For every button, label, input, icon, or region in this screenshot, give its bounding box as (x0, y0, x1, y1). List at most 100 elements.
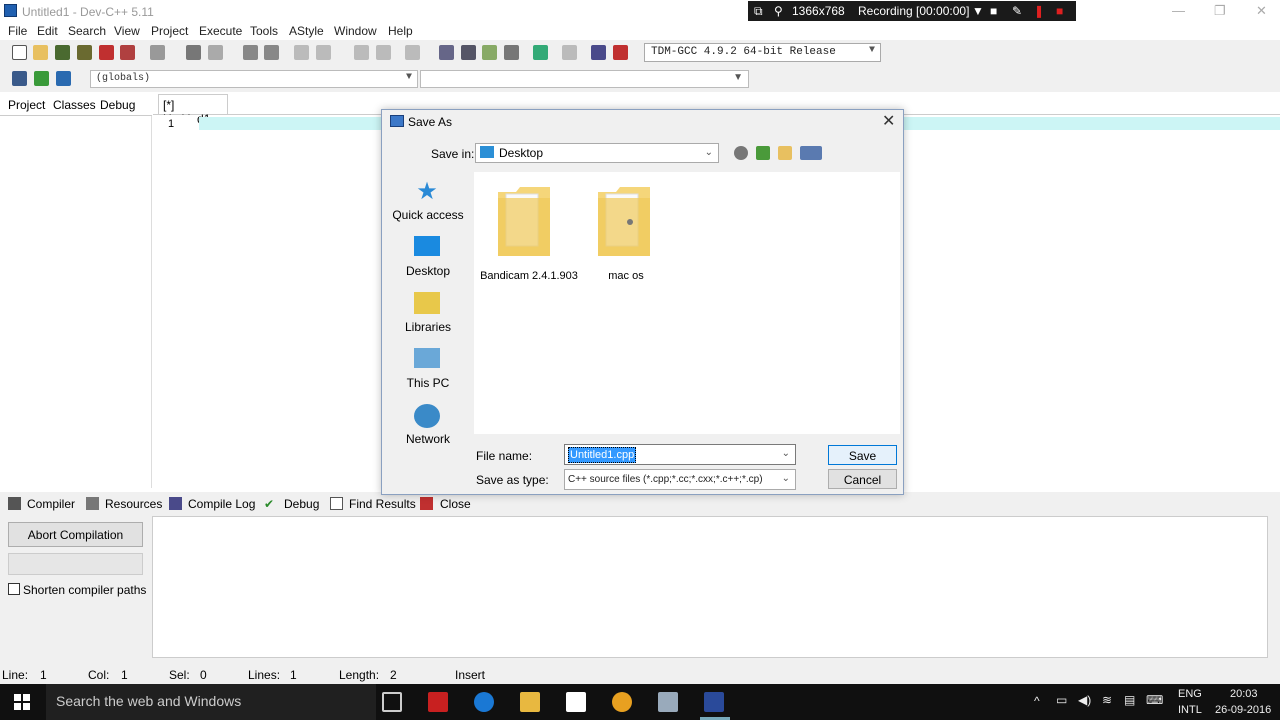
goto-next-icon[interactable] (376, 45, 391, 60)
wifi-icon[interactable]: ≋ (1102, 693, 1112, 707)
window-icon[interactable]: ⧉ (754, 4, 763, 19)
edge-icon[interactable] (474, 692, 494, 712)
save-in-select[interactable]: Desktop ⌄ (475, 143, 719, 163)
close-icon[interactable]: ✕ (882, 111, 895, 131)
tab-close[interactable]: Close (440, 497, 471, 511)
chevron-down-icon[interactable]: ⌄ (782, 448, 790, 459)
up-folder-icon[interactable] (756, 146, 770, 160)
scope-select[interactable]: (globals) ▼ (90, 70, 418, 88)
save-as-type-select[interactable]: C++ source files (*.cpp;*.cc;*.cxx;*.c++… (564, 469, 796, 490)
place-quick-access[interactable]: ★ Quick access (384, 180, 472, 230)
pencil-icon[interactable]: ✎ (1012, 4, 1022, 18)
unindent-icon[interactable] (316, 45, 331, 60)
debug-icon[interactable] (613, 45, 628, 60)
clock-time[interactable]: 20:03 (1230, 688, 1258, 700)
place-this-pc[interactable]: This PC (384, 348, 472, 398)
minimize-icon[interactable]: — (1172, 3, 1185, 18)
taskbar-search[interactable]: Search the web and Windows (46, 684, 376, 720)
menu-window[interactable]: Window (334, 24, 377, 38)
chart-icon[interactable] (591, 45, 606, 60)
check-syntax-icon[interactable] (533, 45, 548, 60)
file-list[interactable]: Bandicam 2.4.1.903 mac os (474, 172, 900, 434)
rebuild-icon[interactable] (504, 45, 519, 60)
menu-search[interactable]: Search (68, 24, 106, 38)
search-icon[interactable]: ⚲ (774, 4, 783, 18)
menu-execute[interactable]: Execute (199, 24, 242, 38)
new-folder-icon[interactable] (778, 146, 792, 160)
compile-icon[interactable] (439, 45, 454, 60)
clock-date[interactable]: 26-09-2016 (1215, 704, 1271, 716)
app-icon-taskbar[interactable] (658, 692, 678, 712)
menu-project[interactable]: Project (151, 24, 188, 38)
run-icon[interactable] (461, 45, 476, 60)
menu-help[interactable]: Help (388, 24, 413, 38)
editor-tab[interactable]: [*] Untitled1 (158, 94, 228, 126)
file-explorer-icon[interactable] (520, 692, 540, 712)
file-item-mac-os[interactable] (596, 184, 652, 258)
menu-file[interactable]: File (8, 24, 27, 38)
task-view-icon[interactable] (382, 692, 402, 712)
tab-resources[interactable]: Resources (105, 497, 162, 511)
view-menu-icon[interactable] (800, 146, 822, 160)
find-icon[interactable] (243, 45, 258, 60)
close-file-icon[interactable] (99, 45, 114, 60)
menu-astyle[interactable]: AStyle (289, 24, 324, 38)
goto-prev-icon[interactable] (354, 45, 369, 60)
devcpp-taskbar-icon[interactable] (704, 692, 724, 712)
place-desktop[interactable]: Desktop (384, 236, 472, 286)
volume-icon[interactable]: ◀) (1078, 693, 1091, 707)
menu-view[interactable]: View (114, 24, 140, 38)
stop-icon[interactable] (562, 45, 577, 60)
back-icon[interactable] (734, 146, 748, 160)
save-all-icon[interactable] (77, 45, 92, 60)
language-top[interactable]: ENG (1178, 688, 1202, 700)
tab-project[interactable]: Project (8, 98, 45, 112)
tab-compile-log[interactable]: Compile Log (188, 497, 255, 511)
windows-start-icon[interactable] (14, 694, 30, 710)
place-network[interactable]: Network (384, 404, 472, 454)
tab-debug-bottom[interactable]: Debug (284, 497, 319, 511)
menu-tools[interactable]: Tools (250, 24, 278, 38)
save-icon[interactable] (55, 45, 70, 60)
print-icon[interactable] (150, 45, 165, 60)
pause-icon[interactable]: ❚ (1034, 4, 1044, 18)
cancel-button[interactable]: Cancel (828, 469, 897, 489)
shorten-paths-checkbox[interactable] (8, 583, 20, 595)
record-icon[interactable]: ■ (1056, 4, 1063, 18)
toggle-bookmark-icon[interactable] (405, 45, 420, 60)
close-window-icon[interactable]: ✕ (1256, 3, 1267, 19)
place-libraries[interactable]: Libraries (384, 292, 472, 342)
compile-log-area[interactable] (152, 516, 1268, 658)
language-bottom[interactable]: INTL (1178, 704, 1202, 716)
save-button[interactable]: Save (828, 445, 897, 465)
goto-icon[interactable] (34, 71, 49, 86)
compile-run-icon[interactable] (482, 45, 497, 60)
replace-icon[interactable] (264, 45, 279, 60)
battery-icon[interactable]: ▭ (1056, 693, 1067, 707)
camera-icon[interactable]: ■ (990, 4, 997, 18)
bookmark-icon[interactable] (56, 71, 71, 86)
new-file-icon[interactable] (12, 45, 27, 60)
store-icon[interactable] (566, 692, 586, 712)
chrome-icon[interactable] (612, 692, 632, 712)
tray-chevron-icon[interactable]: ^ (1034, 694, 1040, 708)
file-name-input[interactable]: Untitled1.cpp ⌄ (564, 444, 796, 465)
insert-icon[interactable] (12, 71, 27, 86)
keyboard-icon[interactable]: ⌨ (1146, 693, 1163, 707)
tab-debug[interactable]: Debug (100, 98, 135, 112)
maximize-icon[interactable]: ❐ (1214, 3, 1226, 19)
file-item-bandicam[interactable] (496, 184, 552, 258)
close-all-icon[interactable] (120, 45, 135, 60)
tab-classes[interactable]: Classes (53, 98, 96, 112)
dropdown-icon[interactable]: ▼ (972, 4, 984, 18)
undo-icon[interactable] (186, 45, 201, 60)
abort-compilation-button[interactable]: Abort Compilation (8, 522, 143, 547)
indent-icon[interactable] (294, 45, 309, 60)
bandicam-icon[interactable] (428, 692, 448, 712)
compiler-select[interactable]: TDM-GCC 4.9.2 64-bit Release ▼ (644, 43, 881, 62)
tab-compiler[interactable]: Compiler (27, 497, 75, 511)
redo-icon[interactable] (208, 45, 223, 60)
menu-edit[interactable]: Edit (37, 24, 58, 38)
open-icon[interactable] (33, 45, 48, 60)
members-select[interactable]: ▼ (420, 70, 749, 88)
